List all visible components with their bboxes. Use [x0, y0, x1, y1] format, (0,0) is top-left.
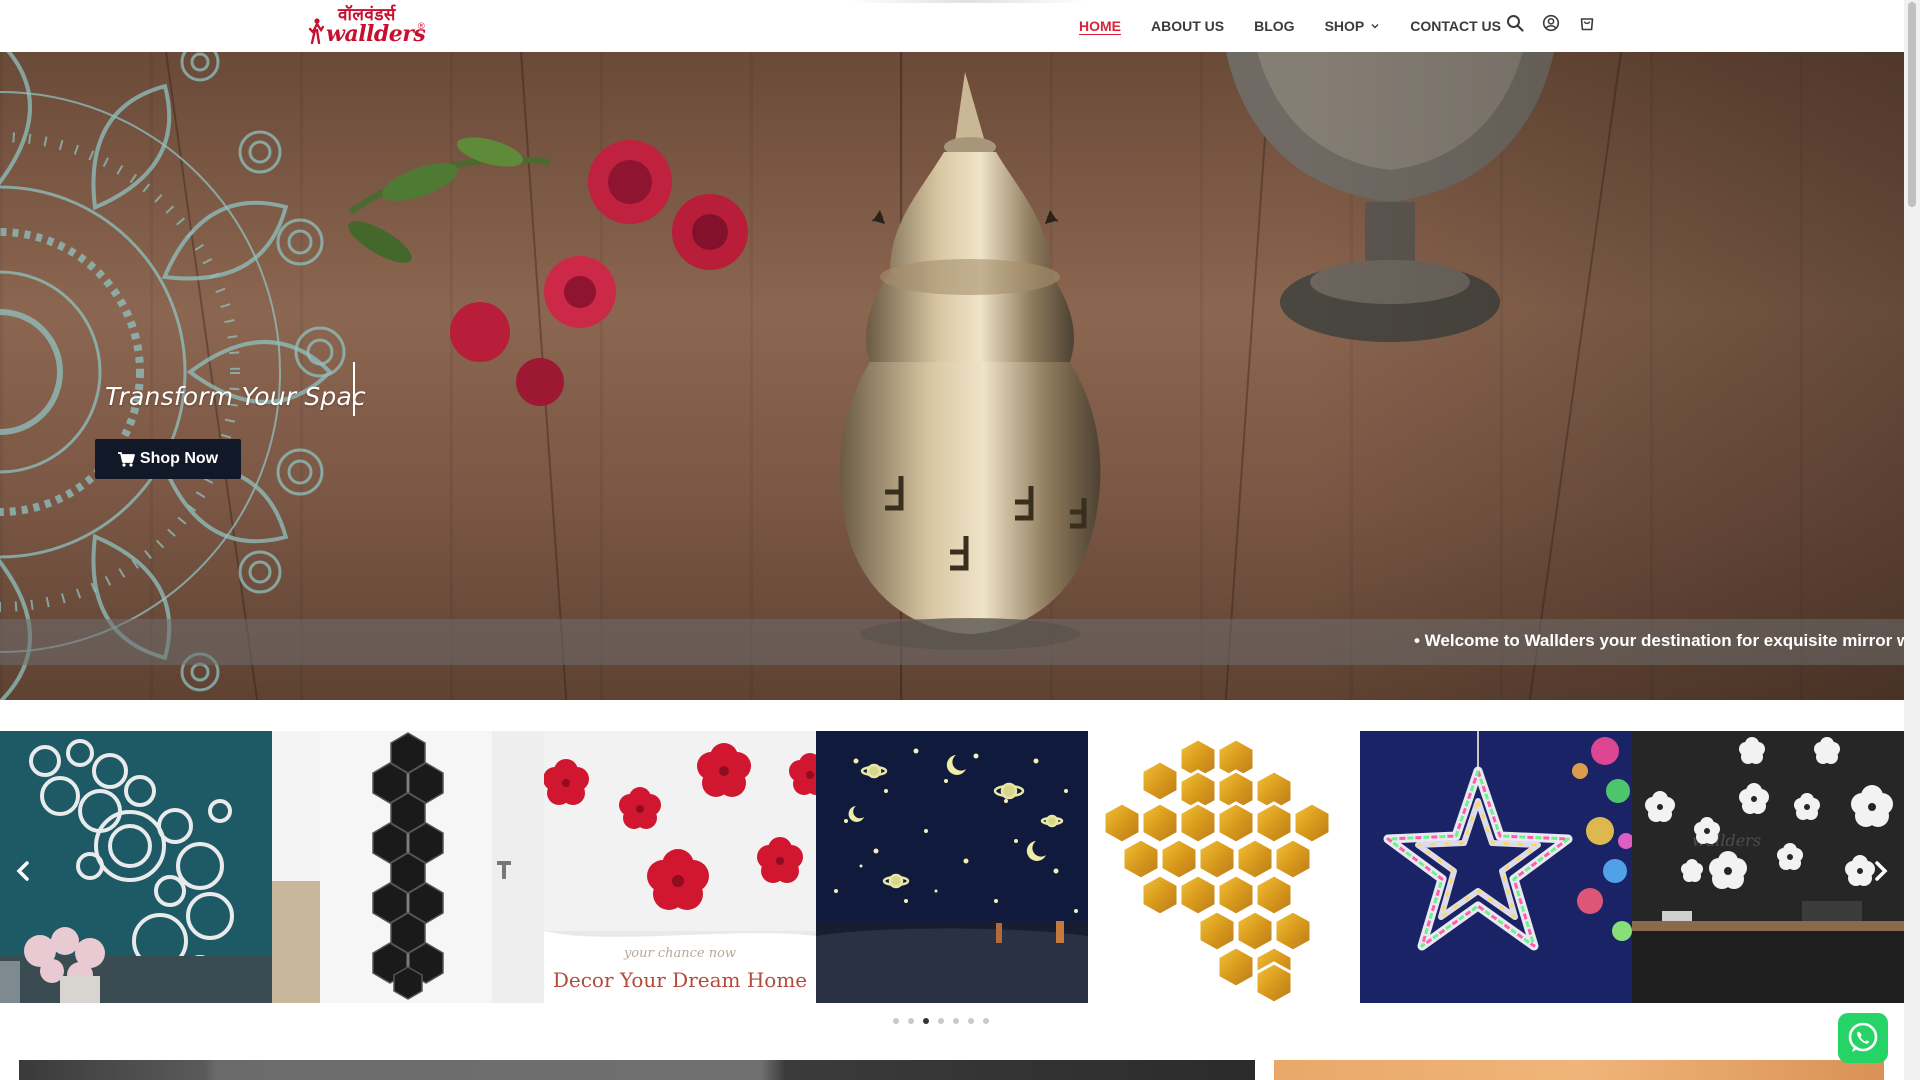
carousel-tile-glow-stars[interactable] [816, 731, 1088, 1003]
tile-caption-small: your chance now [623, 946, 736, 961]
carousel-dot[interactable] [953, 1018, 959, 1024]
glow-stars-image [816, 731, 1088, 1003]
logo-brand: wallders [326, 21, 426, 47]
carousel-dots [893, 1018, 989, 1024]
silver-flower-image: wallders [1632, 731, 1904, 1003]
chevron-down-icon [1371, 24, 1379, 29]
chevron-right-icon [1875, 861, 1888, 881]
typing-caret [353, 362, 355, 416]
brass-lamp-decoration [839, 72, 1101, 650]
carousel-tile-star-light[interactable] [1360, 731, 1632, 1003]
marquee-text: • Welcome to Wallders your destination f… [1414, 631, 1904, 650]
carousel-tile-silver-flowers[interactable]: wallders [1632, 731, 1904, 1003]
carousel-tile-black-hexagon[interactable] [272, 731, 544, 1003]
roses-decoration [348, 137, 748, 406]
carousel-dot[interactable] [938, 1018, 944, 1024]
next-section-image-left [19, 1060, 1255, 1080]
star-light-image [1360, 731, 1632, 1003]
nav-shop[interactable]: SHOP [1325, 18, 1381, 34]
product-carousel: your chance now Decor Your Dream Home wa… [0, 731, 1904, 1003]
nav-blog[interactable]: BLOG [1254, 18, 1294, 34]
header-shadow [848, 0, 1088, 3]
nav-home[interactable]: HOME [1079, 18, 1121, 34]
silver-circles-image [0, 731, 272, 1003]
scrollbar-thumb[interactable] [1908, 2, 1916, 207]
page-scrollbar[interactable] [1904, 0, 1920, 1080]
header-icons [1506, 14, 1596, 32]
gold-hexagon-image [1088, 731, 1360, 1003]
wallders-logo[interactable]: वॉलवंडर्स wallders ® [308, 4, 430, 48]
hero-title: Transform Your Spac [105, 382, 366, 411]
announcement-marquee: • Welcome to Wallders your destination f… [0, 619, 1904, 665]
next-section-image-right [1274, 1060, 1884, 1080]
nav-shop-label: SHOP [1324, 18, 1365, 34]
logo-registered: ® [418, 21, 425, 31]
carousel-tile-gold-hexagon[interactable] [1088, 731, 1360, 1003]
hero-shade [1304, 52, 1904, 700]
red-flower-image: your chance now Decor Your Dream Home [544, 731, 816, 1003]
black-hexagon-image [272, 731, 544, 1003]
shop-now-label: Shop Now [139, 450, 219, 467]
carousel-dot-active[interactable] [923, 1018, 929, 1024]
carousel-prev-button[interactable] [12, 856, 34, 886]
carousel-dot[interactable] [968, 1018, 974, 1024]
hero-banner: Transform Your Spac Shop Now • Welcome t… [0, 52, 1904, 700]
whatsapp-chat-button[interactable] [1838, 1013, 1888, 1063]
site-header: वॉलवंडर्स wallders ® HOME ABOUT US BLOG … [0, 0, 1904, 52]
carousel-dot[interactable] [983, 1018, 989, 1024]
carousel-dot[interactable] [893, 1018, 899, 1024]
carousel-next-button[interactable] [1870, 856, 1892, 886]
shop-now-button[interactable]: Shop Now [95, 439, 241, 479]
logo-figure-icon [308, 18, 324, 44]
whatsapp-icon [1848, 1022, 1878, 1052]
account-icon[interactable] [1542, 14, 1560, 32]
carousel-tile-red-flowers[interactable]: your chance now Decor Your Dream Home [544, 731, 816, 1003]
carousel-dot[interactable] [908, 1018, 914, 1024]
nav-contact-us[interactable]: CONTACT US [1410, 18, 1501, 34]
tile-caption: Decor Your Dream Home [553, 968, 807, 992]
carousel-tile-silver-circles[interactable] [0, 731, 272, 1003]
cart-icon[interactable] [1578, 14, 1596, 32]
chevron-left-icon [16, 861, 29, 881]
tile-watermark: wallders [1692, 831, 1761, 850]
search-icon[interactable] [1506, 14, 1524, 32]
nav-about-us[interactable]: ABOUT US [1151, 18, 1224, 34]
main-nav: HOME ABOUT US BLOG SHOP CONTACT US [1079, 0, 1531, 52]
cart-icon [117, 451, 135, 467]
